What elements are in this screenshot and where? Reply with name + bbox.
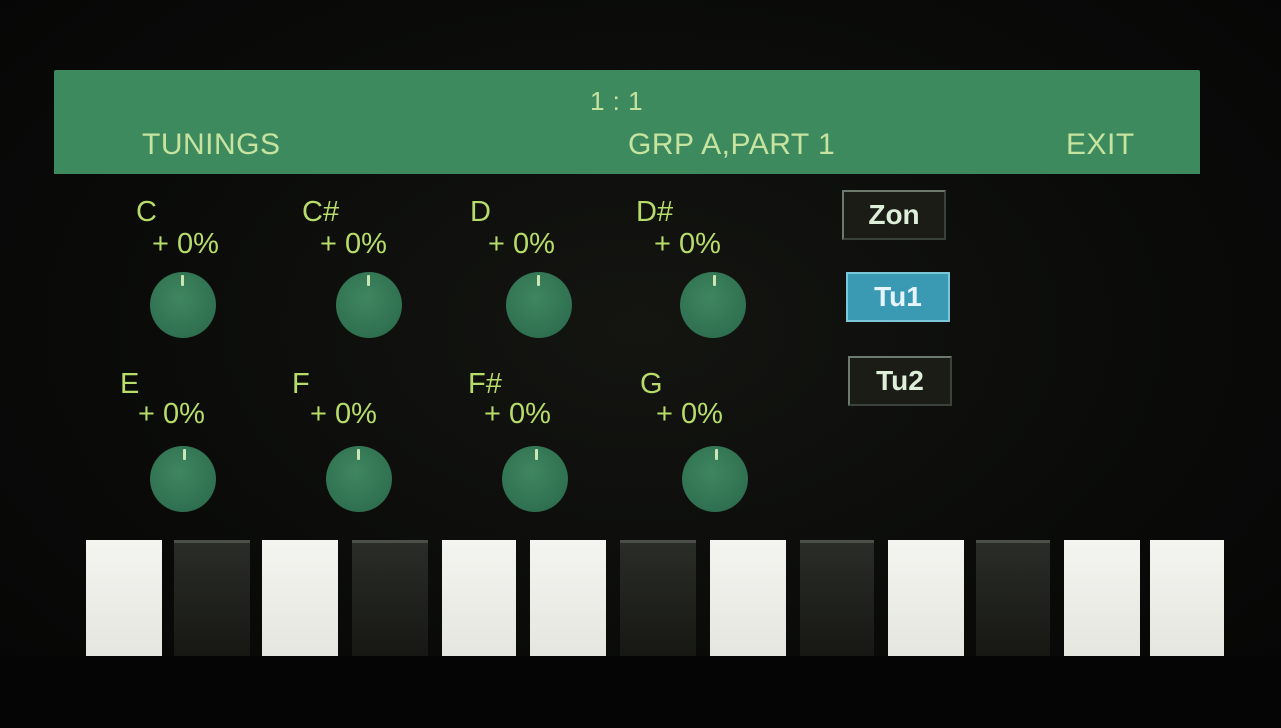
tuning-value-g: + 0%	[656, 398, 723, 430]
piano-key-gsharp[interactable]	[800, 540, 874, 656]
piano-key-b[interactable]	[1064, 540, 1140, 656]
knob-indicator	[181, 275, 184, 286]
tuning-value-f: + 0%	[310, 398, 377, 430]
note-label-e: E	[120, 368, 140, 400]
tuning-value-dsharp: + 0%	[654, 228, 721, 260]
piano-key-c[interactable]	[86, 540, 162, 656]
tunings-title-button[interactable]: TUNINGS	[142, 128, 281, 162]
exit-button[interactable]: EXIT	[1066, 128, 1135, 162]
group-part-button[interactable]: GRP A,PART 1	[628, 128, 835, 162]
knob-indicator	[537, 275, 540, 286]
piano-key-g[interactable]	[710, 540, 786, 656]
note-label-c: C	[136, 196, 157, 228]
tuning-value-d: + 0%	[488, 228, 555, 260]
tuning-knob-e[interactable]	[150, 446, 216, 512]
piano-key-c2[interactable]	[1150, 540, 1224, 656]
zone-button-label: Zon	[868, 199, 920, 230]
note-label-g: G	[640, 368, 663, 400]
tuning-knob-d[interactable]	[506, 272, 572, 338]
piano-key-fsharp[interactable]	[620, 540, 696, 656]
piano-key-csharp[interactable]	[174, 540, 250, 656]
tuning-knob-g[interactable]	[682, 446, 748, 512]
note-label-csharp: C#	[302, 196, 340, 228]
piano-key-f[interactable]	[530, 540, 606, 656]
knob-indicator	[367, 275, 370, 286]
tuning-value-fsharp: + 0%	[484, 398, 551, 430]
device-bottom-edge	[0, 656, 1281, 728]
tuning-knob-dsharp[interactable]	[680, 272, 746, 338]
piano-key-dsharp[interactable]	[352, 540, 428, 656]
note-label-d: D	[470, 196, 491, 228]
tuning2-button[interactable]: Tu2	[848, 356, 952, 406]
tuning2-button-label: Tu2	[876, 365, 924, 396]
knob-indicator	[183, 449, 186, 460]
piano-key-asharp[interactable]	[976, 540, 1050, 656]
tuning1-button-label: Tu1	[874, 281, 922, 312]
tuning-knob-f[interactable]	[326, 446, 392, 512]
note-label-f: F	[292, 368, 310, 400]
tuning-value-e: + 0%	[138, 398, 205, 430]
knob-indicator	[535, 449, 538, 460]
note-label-dsharp: D#	[636, 196, 674, 228]
piano-key-a[interactable]	[888, 540, 964, 656]
knob-indicator	[357, 449, 360, 460]
knob-indicator	[715, 449, 718, 460]
tuning-knob-c[interactable]	[150, 272, 216, 338]
position-indicator: 1 : 1	[590, 86, 644, 116]
tuning-knob-fsharp[interactable]	[502, 446, 568, 512]
tuning-knob-csharp[interactable]	[336, 272, 402, 338]
note-label-fsharp: F#	[468, 368, 502, 400]
header-bar: 1 : 1 TUNINGS GRP A,PART 1 EXIT	[54, 70, 1200, 174]
tuning-value-csharp: + 0%	[320, 228, 387, 260]
piano-key-e[interactable]	[442, 540, 516, 656]
piano-key-d[interactable]	[262, 540, 338, 656]
tuning1-button[interactable]: Tu1	[846, 272, 950, 322]
tuning-value-c: + 0%	[152, 228, 219, 260]
knob-indicator	[713, 275, 716, 286]
zone-button[interactable]: Zon	[842, 190, 946, 240]
